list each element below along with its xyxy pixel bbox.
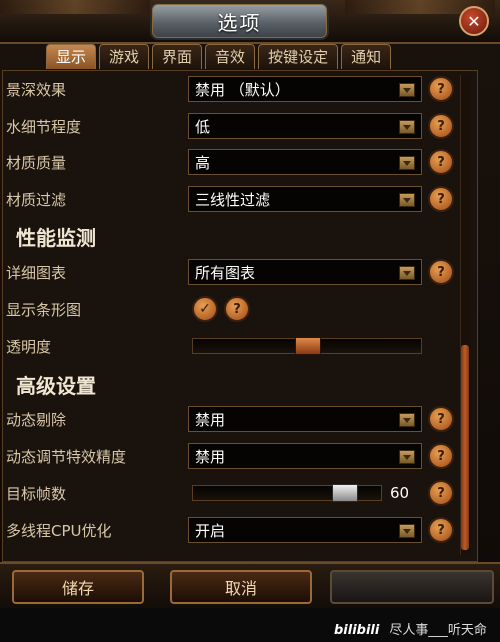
title-bar: 选项 ✕ [0,0,500,44]
depth-of-field-select[interactable]: 禁用 （默认） [188,76,422,102]
depth-of-field-value: 禁用 （默认） [195,81,290,99]
show-bar-checkbox[interactable]: ✓ [192,296,218,322]
cancel-button[interactable]: 取消 [170,570,312,604]
texture-quality-select[interactable]: 高 [188,149,422,175]
button-bar: 储存 取消 [0,562,500,609]
dynamic-fx-select[interactable]: 禁用 [188,443,422,469]
opacity-slider[interactable] [192,337,422,355]
chevron-down-icon [399,413,415,427]
texture-filter-label: 材质过滤 [6,190,67,209]
tab-game[interactable]: 游戏 [99,44,150,69]
help-icon[interactable]: ? [428,186,454,212]
chevron-down-icon [399,120,415,134]
water-detail-label: 水细节程度 [6,117,82,136]
help-icon[interactable]: ? [428,443,454,469]
target-fps-slider-handle[interactable] [332,484,358,502]
options-window: 选项 ✕ 显示 游戏 界面 音效 按键设定 通知 景深效果 禁用 （默认） ? … [0,0,500,642]
target-fps-slider[interactable] [192,484,382,502]
dynamic-cull-label: 动态剔除 [6,410,67,429]
tab-display[interactable]: 显示 [46,44,97,69]
watermark: bilibili 尽人事___听天命 [334,619,487,638]
water-detail-value: 低 [195,118,211,136]
save-button[interactable]: 储存 [12,570,144,604]
multithread-cpu-select[interactable]: 开启 [188,517,422,543]
chevron-down-icon [399,83,415,97]
dynamic-cull-value: 禁用 [195,411,226,429]
dynamic-fx-value: 禁用 [195,448,226,466]
tab-bar: 显示 游戏 界面 音效 按键设定 通知 [46,44,392,70]
multithread-cpu-label: 多线程CPU优化 [6,521,112,540]
show-bar-label: 显示条形图 [6,300,82,319]
window-title: 选项 [150,2,329,40]
chevron-down-icon [399,156,415,170]
help-icon[interactable]: ? [428,480,454,506]
chevron-down-icon [399,266,415,280]
tab-notifications[interactable]: 通知 [341,44,392,69]
chevron-down-icon [399,450,415,464]
help-icon[interactable]: ? [428,406,454,432]
scrollbar-thumb[interactable] [461,345,469,550]
chevron-down-icon [399,193,415,207]
help-icon[interactable]: ? [224,296,250,322]
help-icon[interactable]: ? [428,113,454,139]
texture-filter-select[interactable]: 三线性过滤 [188,186,422,212]
tab-interface[interactable]: 界面 [152,44,203,69]
help-icon[interactable]: ? [428,517,454,543]
empty-button-slot [330,570,494,604]
dynamic-cull-select[interactable]: 禁用 [188,406,422,432]
depth-of-field-label: 景深效果 [6,80,67,99]
texture-filter-value: 三线性过滤 [195,191,271,209]
opacity-label: 透明度 [6,337,52,356]
dynamic-fx-label: 动态调节特效精度 [6,447,127,466]
close-icon[interactable]: ✕ [459,6,489,36]
bilibili-logo: bilibili [334,623,380,638]
target-fps-label: 目标帧数 [6,484,67,503]
target-fps-value: 60 [390,484,410,502]
help-icon[interactable]: ? [428,76,454,102]
texture-quality-value: 高 [195,154,211,172]
tab-sound[interactable]: 音效 [205,44,256,69]
opacity-slider-handle[interactable] [295,337,321,355]
detail-chart-value: 所有图表 [195,264,256,282]
tab-keybindings[interactable]: 按键设定 [258,44,339,69]
ornament-left [0,0,150,14]
detail-chart-label: 详细图表 [6,263,67,282]
section-performance-monitor: 性能监测 [16,226,96,250]
water-detail-select[interactable]: 低 [188,113,422,139]
help-icon[interactable]: ? [428,259,454,285]
multithread-cpu-value: 开启 [195,522,226,540]
texture-quality-label: 材质质量 [6,153,67,172]
help-icon[interactable]: ? [428,149,454,175]
detail-chart-select[interactable]: 所有图表 [188,259,422,285]
section-advanced-settings: 高级设置 [16,374,96,398]
chevron-down-icon [399,524,415,538]
watermark-text: 尽人事___听天命 [389,623,487,638]
